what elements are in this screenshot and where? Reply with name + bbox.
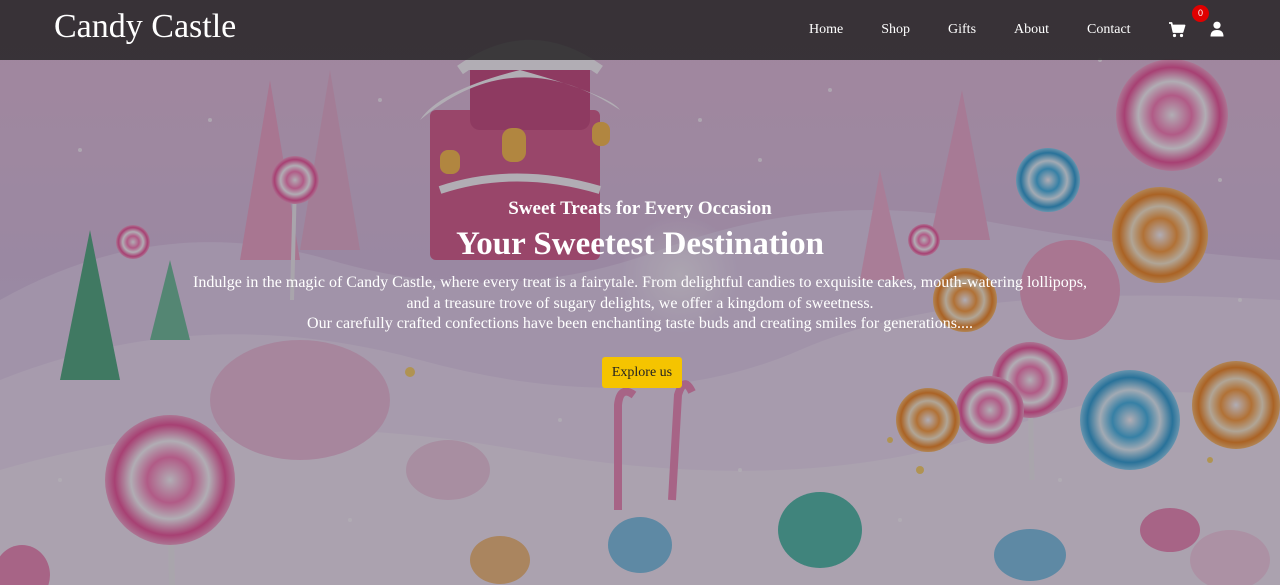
cart-icon	[1169, 22, 1186, 38]
nav-link-home[interactable]: Home	[790, 20, 862, 40]
hero-kicker: Sweet Treats for Every Occasion	[508, 198, 772, 219]
hero-title: Your Sweetest Destination	[456, 226, 824, 262]
nav-link-about[interactable]: About	[995, 20, 1068, 40]
hero-description: Indulge in the magic of Candy Castle, wh…	[140, 273, 1140, 335]
nav-links: Home Shop Gifts About Contact	[790, 20, 1150, 40]
nav-link-gifts[interactable]: Gifts	[929, 20, 995, 40]
hero-description-line: and a treasure trove of sugary delights,…	[406, 294, 874, 312]
user-account-button[interactable]	[1210, 21, 1224, 37]
brand-logo[interactable]: Candy Castle	[54, 7, 236, 47]
nav-link-shop[interactable]: Shop	[862, 20, 929, 40]
hero-description-line: Our carefully crafted confections have b…	[307, 315, 973, 332]
user-icon	[1210, 21, 1224, 37]
cart-count-badge: 0	[1192, 5, 1209, 22]
navbar: Candy Castle Home Shop Gifts About Conta…	[0, 0, 1280, 60]
hero-description-line: Indulge in the magic of Candy Castle, wh…	[193, 274, 1087, 291]
hero-section: Sweet Treats for Every Occasion Your Swe…	[0, 195, 1280, 335]
explore-button[interactable]: Explore us	[602, 357, 682, 388]
cart-button[interactable]	[1168, 21, 1186, 39]
nav-link-contact[interactable]: Contact	[1068, 20, 1150, 40]
